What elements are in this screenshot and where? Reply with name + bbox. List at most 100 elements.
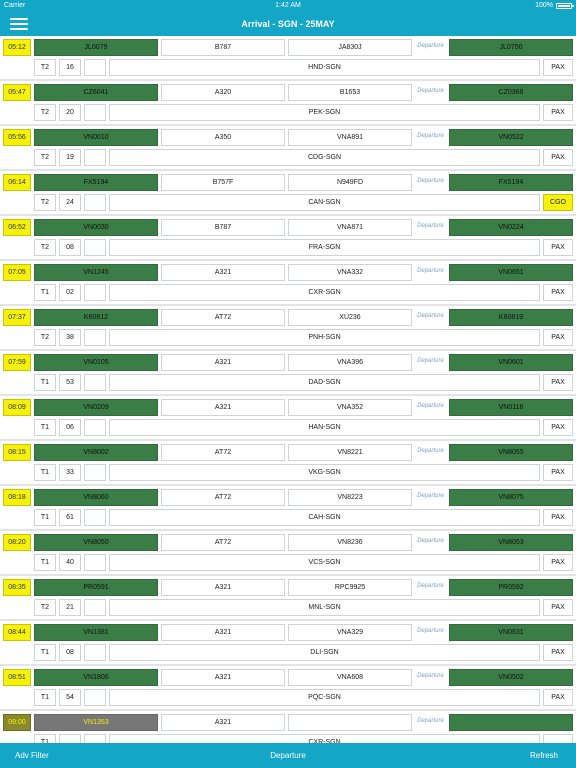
departure-label: Departure: [417, 133, 444, 139]
arrival-flight-cell: CZ6041: [34, 84, 158, 101]
time-cell: 07:37: [3, 309, 31, 326]
gate-cell: 08: [59, 644, 81, 661]
flight-row[interactable]: 07:05 VN1245 A321 VNA332 Departure VN0651 T1 02…: [0, 261, 576, 306]
flight-row[interactable]: 06:14 FX5194 B757F N949FD Departure FX5194 T2 2…: [0, 171, 576, 216]
gate-cell: 19: [59, 149, 81, 166]
terminal-cell: T2: [34, 329, 56, 346]
registration-cell: B1653: [288, 84, 412, 101]
departure-flight-cell: PR0592: [449, 579, 573, 596]
aircraft-type-cell: A321: [161, 399, 285, 416]
flight-row[interactable]: 08:35 PR0591 A321 RPC9925 Departure PR0592 T2 2…: [0, 576, 576, 621]
time-cell: 05:56: [3, 129, 31, 146]
flight-row[interactable]: 08:20 VN8050 AT72 VN8236 Departure VN8053 T1 40…: [0, 531, 576, 576]
departure-label: Departure: [417, 43, 444, 49]
departure-label: Departure: [417, 88, 444, 94]
route-cell: CAH-SGN: [109, 509, 540, 526]
route-cell: PNH-SGN: [109, 329, 540, 346]
arrival-flight-cell: VN8050: [34, 534, 158, 551]
flight-row[interactable]: 05:47 CZ6041 A320 B1653 Departure CZ0368 T2 20 P…: [0, 81, 576, 126]
departure-flight-cell: VN0631: [449, 624, 573, 641]
gate-cell: [59, 734, 81, 743]
flight-row[interactable]: 09:00 VN1353 A321 Departure T1 CXR-SGN: [0, 711, 576, 743]
flight-row[interactable]: 08:51 VN1806 A321 VNA608 Departure VN0502 T1 54…: [0, 666, 576, 711]
belt-cell: [84, 374, 106, 391]
route-cell: MNL-SGN: [109, 599, 540, 616]
aircraft-type-cell: B787: [161, 219, 285, 236]
terminal-cell: T2: [34, 599, 56, 616]
aircraft-type-cell: A321: [161, 579, 285, 596]
flight-row[interactable]: 08:18 VN8060 AT72 VN8223 Departure VN8075 T1 61…: [0, 486, 576, 531]
time-cell: 08:18: [3, 489, 31, 506]
aircraft-type-cell: A320: [161, 84, 285, 101]
belt-cell: [84, 59, 106, 76]
departure-label: Departure: [417, 313, 444, 319]
departure-label: Departure: [417, 178, 444, 184]
aircraft-type-cell: B787: [161, 39, 285, 56]
gate-cell: 38: [59, 329, 81, 346]
gate-cell: 24: [59, 194, 81, 211]
departure-flight-cell: VN0651: [449, 264, 573, 281]
aircraft-type-cell: A321: [161, 714, 285, 731]
registration-cell: VNA608: [288, 669, 412, 686]
aircraft-type-cell: A321: [161, 354, 285, 371]
terminal-cell: T2: [34, 59, 56, 76]
departure-label: Departure: [417, 403, 444, 409]
clock-label: 1:42 AM: [275, 2, 301, 9]
aircraft-type-cell: A321: [161, 669, 285, 686]
departure-flight-cell: VN0502: [449, 669, 573, 686]
load-type-cell: PAX: [543, 284, 573, 301]
gate-cell: 33: [59, 464, 81, 481]
terminal-cell: T1: [34, 644, 56, 661]
flight-list[interactable]: 05:12 JL0079 B787 JA830J Departure JL0750 T2 16…: [0, 36, 576, 743]
page-title: Arrival - SGN - 25MAY: [241, 19, 335, 29]
route-cell: CDG-SGN: [109, 149, 540, 166]
gate-cell: 08: [59, 239, 81, 256]
flight-row[interactable]: 08:09 VN0209 A321 VNA352 Departure VN0116 T1 06…: [0, 396, 576, 441]
terminal-cell: T1: [34, 734, 56, 743]
registration-cell: [288, 714, 412, 731]
registration-cell: VNA871: [288, 219, 412, 236]
flight-row[interactable]: 08:15 VN8002 AT72 VN8221 Departure VN8055 T1 33…: [0, 441, 576, 486]
arrival-flight-cell: VN0209: [34, 399, 158, 416]
departure-flight-cell: CZ0368: [449, 84, 573, 101]
route-cell: HND-SGN: [109, 59, 540, 76]
flight-row[interactable]: 08:44 VN1381 A321 VNA329 Departure VN0631 T1 08…: [0, 621, 576, 666]
registration-cell: RPC9925: [288, 579, 412, 596]
load-type-cell: [543, 734, 573, 743]
battery-icon: [556, 2, 574, 9]
registration-cell: VNA891: [288, 129, 412, 146]
load-type-cell: PAX: [543, 689, 573, 706]
arrival-flight-cell: K60812: [34, 309, 158, 326]
load-type-cell: PAX: [543, 104, 573, 121]
terminal-cell: T1: [34, 689, 56, 706]
belt-cell: [84, 644, 106, 661]
belt-cell: [84, 734, 106, 743]
terminal-cell: T1: [34, 509, 56, 526]
registration-cell: VNA352: [288, 399, 412, 416]
flight-row[interactable]: 06:52 VN0030 B787 VNA871 Departure VN0224 T2 08…: [0, 216, 576, 261]
route-cell: CXR-SGN: [109, 284, 540, 301]
departure-flight-cell: VN8055: [449, 444, 573, 461]
departure-label: Departure: [417, 583, 444, 589]
refresh-button[interactable]: Refresh: [530, 751, 558, 760]
registration-cell: VN8223: [288, 489, 412, 506]
battery-percent: 100%: [535, 2, 553, 9]
departure-button[interactable]: Departure: [0, 751, 576, 760]
route-cell: PEK-SGN: [109, 104, 540, 121]
flight-row[interactable]: 05:56 VN0010 A350 VNA891 Departure VN0522 T2 19…: [0, 126, 576, 171]
gate-cell: 16: [59, 59, 81, 76]
flight-row[interactable]: 07:59 VN0105 A321 VNA396 Departure VN0601 T1 53…: [0, 351, 576, 396]
load-type-cell: CGO: [543, 194, 573, 211]
flight-row[interactable]: 07:37 K60812 AT72 XU236 Departure K60819 T2 38 P…: [0, 306, 576, 351]
departure-label: Departure: [417, 673, 444, 679]
aircraft-type-cell: A321: [161, 624, 285, 641]
aircraft-type-cell: A321: [161, 264, 285, 281]
registration-cell: VNA332: [288, 264, 412, 281]
route-cell: VCS-SGN: [109, 554, 540, 571]
aircraft-type-cell: AT72: [161, 444, 285, 461]
load-type-cell: PAX: [543, 374, 573, 391]
flight-row[interactable]: 05:12 JL0079 B787 JA830J Departure JL0750 T2 16…: [0, 36, 576, 81]
departure-flight-cell: FX5194: [449, 174, 573, 191]
aircraft-type-cell: AT72: [161, 534, 285, 551]
arrival-flight-cell: VN1806: [34, 669, 158, 686]
